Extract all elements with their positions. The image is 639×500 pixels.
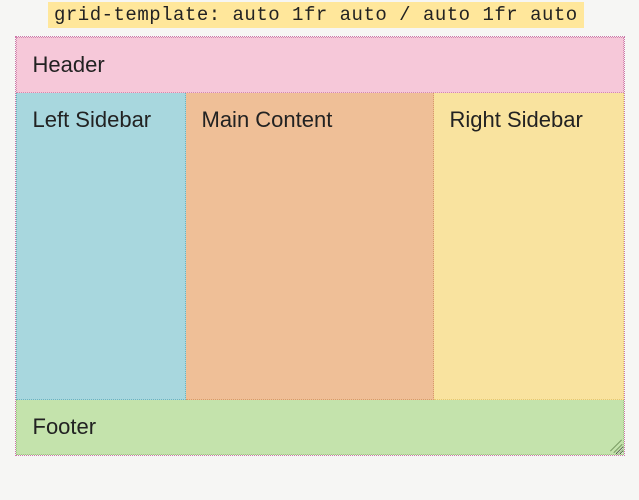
grid-layout-demo: Header Left Sidebar Main Content Right S… — [15, 36, 625, 456]
grid-area-header: Header — [16, 37, 624, 93]
css-property-code: grid-template: auto 1fr auto / auto 1fr … — [48, 2, 584, 28]
grid-area-main-content: Main Content — [186, 93, 434, 400]
grid-area-footer: Footer — [16, 400, 624, 455]
resize-handle-icon[interactable] — [610, 441, 622, 453]
grid-area-right-sidebar: Right Sidebar — [434, 93, 624, 400]
grid-area-left-sidebar: Left Sidebar — [16, 93, 186, 400]
